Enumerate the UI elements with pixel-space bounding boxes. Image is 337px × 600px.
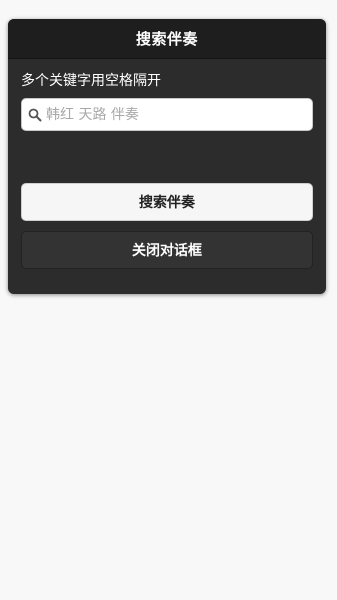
search-box[interactable] (21, 98, 313, 131)
dialog-title: 搜索伴奏 (135, 30, 198, 48)
search-accompaniment-button[interactable]: 搜索伴奏 (21, 183, 313, 221)
search-dialog: 搜索伴奏 多个关键字用空格隔开 搜索伴奏 关闭对话框 (8, 19, 326, 294)
search-icon (28, 108, 42, 122)
dialog-header: 搜索伴奏 (8, 19, 326, 59)
search-input[interactable] (46, 99, 306, 130)
search-hint: 多个关键字用空格隔开 (21, 73, 161, 89)
dialog-body: 多个关键字用空格隔开 搜索伴奏 关闭对话框 (8, 59, 326, 269)
close-dialog-button[interactable]: 关闭对话框 (21, 231, 313, 269)
